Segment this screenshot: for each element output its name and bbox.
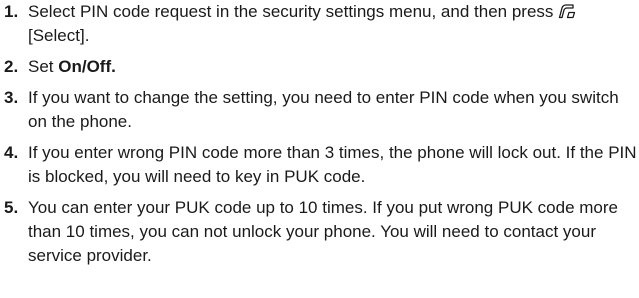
step-text-before-icon: Select PIN code request in the security … xyxy=(28,2,554,21)
step-number: 2. xyxy=(4,57,19,76)
step-2: 2. Set On/Off. xyxy=(0,55,639,79)
instruction-list: 1. Select PIN code request in the securi… xyxy=(0,0,639,268)
step-text: Set On/Off. xyxy=(28,55,639,79)
step-text: If you enter wrong PIN code more than 3 … xyxy=(28,143,637,186)
step-text-plain: Set xyxy=(28,57,59,76)
step-text: If you want to change the setting, you n… xyxy=(28,88,619,131)
step-number: 5. xyxy=(4,198,19,217)
step-number: 1. xyxy=(4,2,19,21)
step-text: Select PIN code request in the security … xyxy=(28,0,639,48)
step-number: 3. xyxy=(4,88,19,107)
soft-key-select-icon xyxy=(558,2,578,20)
step-5: 5. You can enter your PUK code up to 10 … xyxy=(0,196,639,268)
step-number: 4. xyxy=(4,143,19,162)
step-text-after-icon: [Select]. xyxy=(28,26,90,45)
step-4: 4. If you enter wrong PIN code more than… xyxy=(0,141,639,189)
step-1: 1. Select PIN code request in the securi… xyxy=(0,0,639,48)
step-text: You can enter your PUK code up to 10 tim… xyxy=(28,198,618,265)
step-3: 3. If you want to change the setting, yo… xyxy=(0,86,639,134)
step-text-bold: On/Off. xyxy=(58,57,116,76)
